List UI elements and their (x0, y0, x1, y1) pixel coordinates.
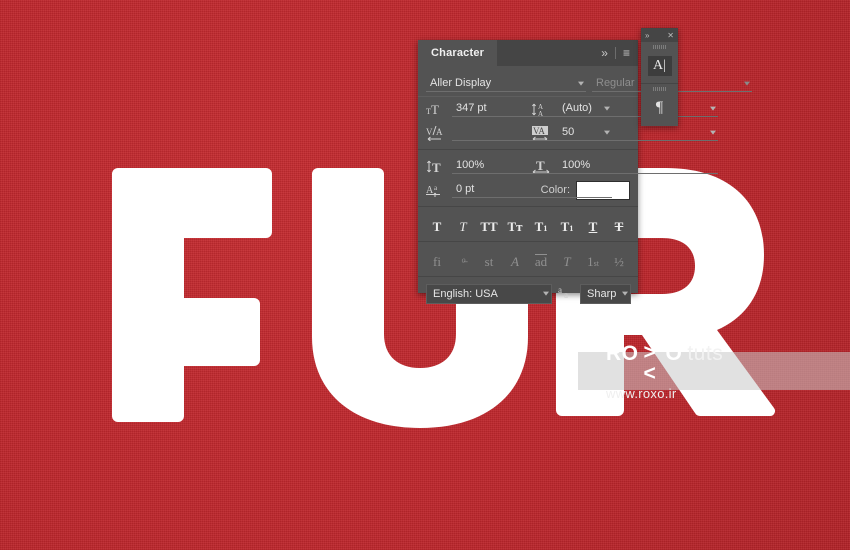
drag-grip-icon[interactable] (652, 87, 667, 91)
row-baseline-color: A a Color: (426, 178, 630, 202)
font-size-group: TT (426, 101, 612, 117)
row-language-antialias: English: USA a a Sharp (426, 281, 632, 307)
tracking-input[interactable] (558, 125, 718, 141)
small-caps-button[interactable]: Tт (506, 215, 524, 233)
language-value: English: USA (433, 288, 498, 300)
kerning-group: V A (426, 125, 612, 141)
antialias-select[interactable]: Sharp (580, 284, 632, 304)
svg-text:a: a (434, 184, 438, 192)
row-kerning-tracking: V A VA (426, 121, 718, 145)
horizontal-scale-input[interactable] (558, 158, 718, 174)
kerning-icon: V A (426, 125, 452, 141)
chevron-down-icon[interactable] (543, 291, 549, 296)
dock-collapse-icon[interactable]: » (645, 31, 649, 40)
character-panel: Character » ≡ TT (418, 40, 752, 304)
swash-button[interactable]: A (506, 250, 524, 268)
leading-input[interactable] (558, 101, 718, 117)
all-caps-button[interactable]: TT (480, 215, 498, 233)
fractions-button[interactable]: ½ (610, 250, 628, 268)
svg-text:T: T (432, 160, 441, 174)
baseline-shift-group: A a (426, 182, 612, 198)
font-size-icon: TT (426, 102, 452, 116)
superscript-button[interactable]: T1 (532, 215, 550, 233)
dock-item-paragraph[interactable]: ¶ (641, 84, 678, 125)
faux-bold-button[interactable]: T (428, 215, 446, 233)
drag-grip-icon[interactable] (652, 45, 667, 49)
titling-alternates-button[interactable]: T (558, 250, 576, 268)
oldstyle-button[interactable]: ad (532, 250, 550, 268)
svg-text:T: T (431, 102, 439, 116)
row-scale: T T (426, 154, 718, 178)
row-font (426, 72, 752, 96)
divider (418, 149, 638, 150)
divider (418, 276, 638, 277)
contextual-alternates-button[interactable]: ᵒ̵ (454, 250, 472, 268)
chevron-down-icon[interactable] (622, 291, 629, 296)
dock-header: » ✕ (641, 28, 678, 42)
svg-text:V: V (426, 127, 433, 137)
font-family-wrap (426, 76, 586, 92)
svg-text:A: A (436, 127, 443, 137)
character-icon: A | (647, 55, 672, 76)
panel-menu-icon[interactable]: ≡ (623, 47, 630, 59)
tab-bar-spacer (497, 40, 601, 66)
panel-tab-bar: Character » ≡ (418, 40, 638, 66)
dock-close-icon[interactable]: ✕ (667, 31, 674, 40)
underline-button[interactable]: T (584, 215, 602, 233)
antialias-icon: a a (558, 285, 574, 303)
svg-text:a: a (558, 285, 562, 295)
collapse-icon[interactable]: » (601, 47, 608, 59)
horizontal-scale-field (558, 158, 718, 174)
character-panel-body: TT A A (418, 66, 752, 307)
strikethrough-button[interactable]: T (610, 215, 628, 233)
row-style-buttons: T T TT Tт T1 T1 T T (426, 211, 630, 237)
panel-dock: » ✕ A | ¶ (641, 28, 678, 126)
vertical-scale-group: T (426, 158, 612, 174)
baseline-shift-field (452, 182, 612, 198)
leading-field (558, 101, 718, 117)
ordinals-button[interactable]: 1st (584, 250, 602, 268)
language-select[interactable]: English: USA (426, 284, 552, 304)
vertical-scale-icon: T (426, 159, 452, 174)
baseline-shift-icon: A a (426, 183, 452, 198)
tab-divider (614, 47, 616, 59)
dock-item-character[interactable]: A | (641, 42, 678, 84)
antialias-value: Sharp (587, 288, 617, 300)
faux-italic-button[interactable]: T (454, 215, 472, 233)
row-opentype-buttons: fi ᵒ̵ st A ad T 1st ½ (426, 246, 630, 272)
font-family-input[interactable] (426, 76, 586, 92)
discretionary-ligatures-button[interactable]: st (480, 250, 498, 268)
svg-text:a: a (564, 290, 568, 299)
row-size-leading: TT A A (426, 97, 718, 121)
tab-character[interactable]: Character (418, 40, 498, 66)
panel-tab-tools: » ≡ (601, 40, 638, 66)
baseline-shift-input[interactable] (452, 182, 612, 198)
subscript-button[interactable]: T1 (558, 215, 576, 233)
divider (418, 241, 638, 242)
divider (418, 206, 638, 207)
paragraph-icon: ¶ (655, 98, 664, 116)
standard-ligatures-button[interactable]: fi (428, 250, 446, 268)
tracking-field (558, 125, 718, 141)
